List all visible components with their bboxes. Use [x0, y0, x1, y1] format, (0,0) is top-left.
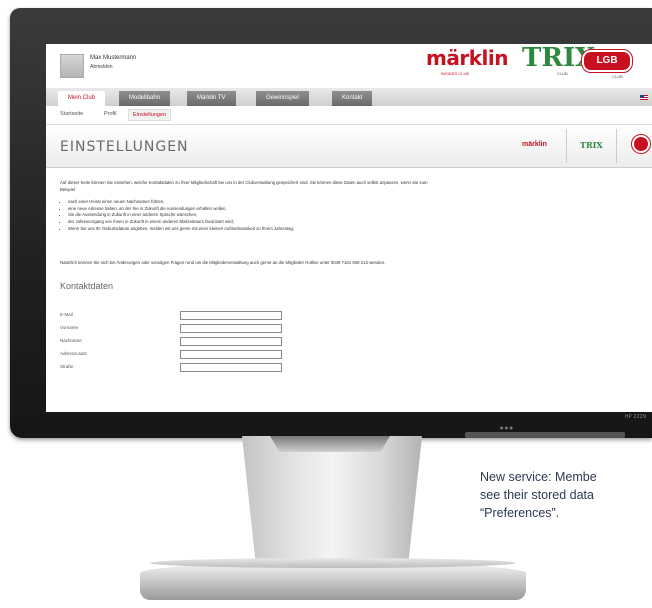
subnav-einstellungen[interactable]: Einstellungen — [128, 109, 172, 121]
avatar[interactable] — [60, 54, 84, 78]
divider — [616, 129, 617, 163]
section-title: Kontaktdaten — [60, 281, 114, 291]
nachname-label: Nachname — [60, 338, 82, 343]
email-field[interactable] — [180, 311, 282, 320]
user-name: Max Mustermann — [90, 55, 137, 61]
caption-text: New service: Membe see their stored data… — [480, 468, 597, 522]
caption-line: see their stored data — [480, 488, 594, 502]
list-item: Sie die Aussendung in Zukunft in einer a… — [68, 212, 468, 219]
adresszusatz-field[interactable] — [180, 350, 282, 359]
tab-kontakt[interactable]: Kontakt — [332, 91, 373, 106]
trix-mini-logo[interactable]: TRIX — [580, 140, 603, 150]
sub-nav: Startseite Profil Einstellungen — [46, 106, 652, 125]
reasons-list: nach einer Heirat einen neuen Nachnamen … — [60, 199, 468, 232]
subnav-startseite[interactable]: Startseite — [60, 111, 83, 117]
lgb-mini-logo-icon[interactable] — [631, 134, 651, 154]
nachname-field[interactable] — [180, 337, 282, 346]
subnav-profil[interactable]: Profil — [104, 111, 117, 117]
strasse-label: Straße — [60, 364, 74, 369]
monitor-buttons[interactable]: ● ● ● — [500, 425, 513, 430]
tab-maerklin-tv[interactable]: Märklin TV — [187, 91, 236, 106]
monitor-brand: HP 2229 — [624, 414, 646, 420]
monitor-stand-shadow — [270, 436, 390, 452]
email-label: E-Mail — [60, 312, 73, 317]
tab-gewinnspiel[interactable]: Gewinnspiel — [256, 91, 309, 106]
tab-modellbahn[interactable]: Modellbahn — [119, 91, 171, 106]
vorname-field[interactable] — [180, 324, 282, 333]
tab-mein-club[interactable]: Mein Club — [58, 91, 106, 106]
monitor-stand-base-top — [150, 558, 516, 568]
strasse-field[interactable] — [180, 363, 282, 372]
lgb-logo-subtitle: CLUB — [612, 74, 623, 79]
logout-link[interactable]: Abmelden — [90, 64, 113, 70]
monitor-control-strip — [465, 432, 625, 438]
divider — [566, 129, 567, 163]
monitor-stand-neck — [242, 436, 422, 566]
form-row-vorname: Vorname — [60, 324, 380, 333]
maerklin-logo[interactable]: märklin — [426, 46, 508, 70]
list-item: nach einer Heirat einen neuen Nachnamen … — [68, 199, 468, 206]
maerklin-mini-logo[interactable]: märklin — [522, 141, 547, 148]
main-nav: Mein Club Modellbahn Märklin TV Gewinnsp… — [46, 88, 652, 106]
page-title: EINSTELLUNGEN — [60, 139, 189, 155]
intro-text: Auf dieser Seite können Sie einsehen, we… — [60, 180, 428, 192]
browser-screen: Max Mustermann Abmelden märklin INSIDER … — [46, 44, 652, 412]
caption-line: New service: Membe — [480, 470, 597, 484]
us-flag-icon[interactable] — [640, 95, 648, 100]
site-header: Max Mustermann Abmelden märklin INSIDER … — [46, 44, 652, 88]
trix-logo-subtitle: CLUB — [557, 71, 568, 76]
vorname-label: Vorname — [60, 325, 79, 330]
adresszusatz-label: Adresszusatz — [60, 351, 88, 356]
monitor-frame: Max Mustermann Abmelden märklin INSIDER … — [10, 8, 652, 438]
outro-text: Natürlich können Sie sich bei Änderungen… — [60, 260, 386, 265]
list-item: der Jahresvorgang von Ihnen in Zukunft i… — [68, 219, 468, 226]
list-item: eine neue Adresse haben, an der Sie in Z… — [68, 206, 468, 213]
form-row-nachname: Nachname — [60, 337, 380, 346]
maerklin-logo-subtitle: INSIDER CLUB — [441, 71, 470, 76]
lgb-logo[interactable]: LGB — [581, 49, 633, 73]
form-row-strasse: Straße — [60, 363, 380, 372]
caption-line: “Preferences”. — [480, 506, 560, 520]
form-row-email: E-Mail — [60, 311, 380, 320]
list-item: Wenn Sie uns Ihr Geburtsdatum angeben, m… — [68, 226, 468, 233]
page-header: EINSTELLUNGEN märklin TRIX — [46, 125, 652, 168]
form-row-adresszusatz: Adresszusatz — [60, 350, 380, 359]
